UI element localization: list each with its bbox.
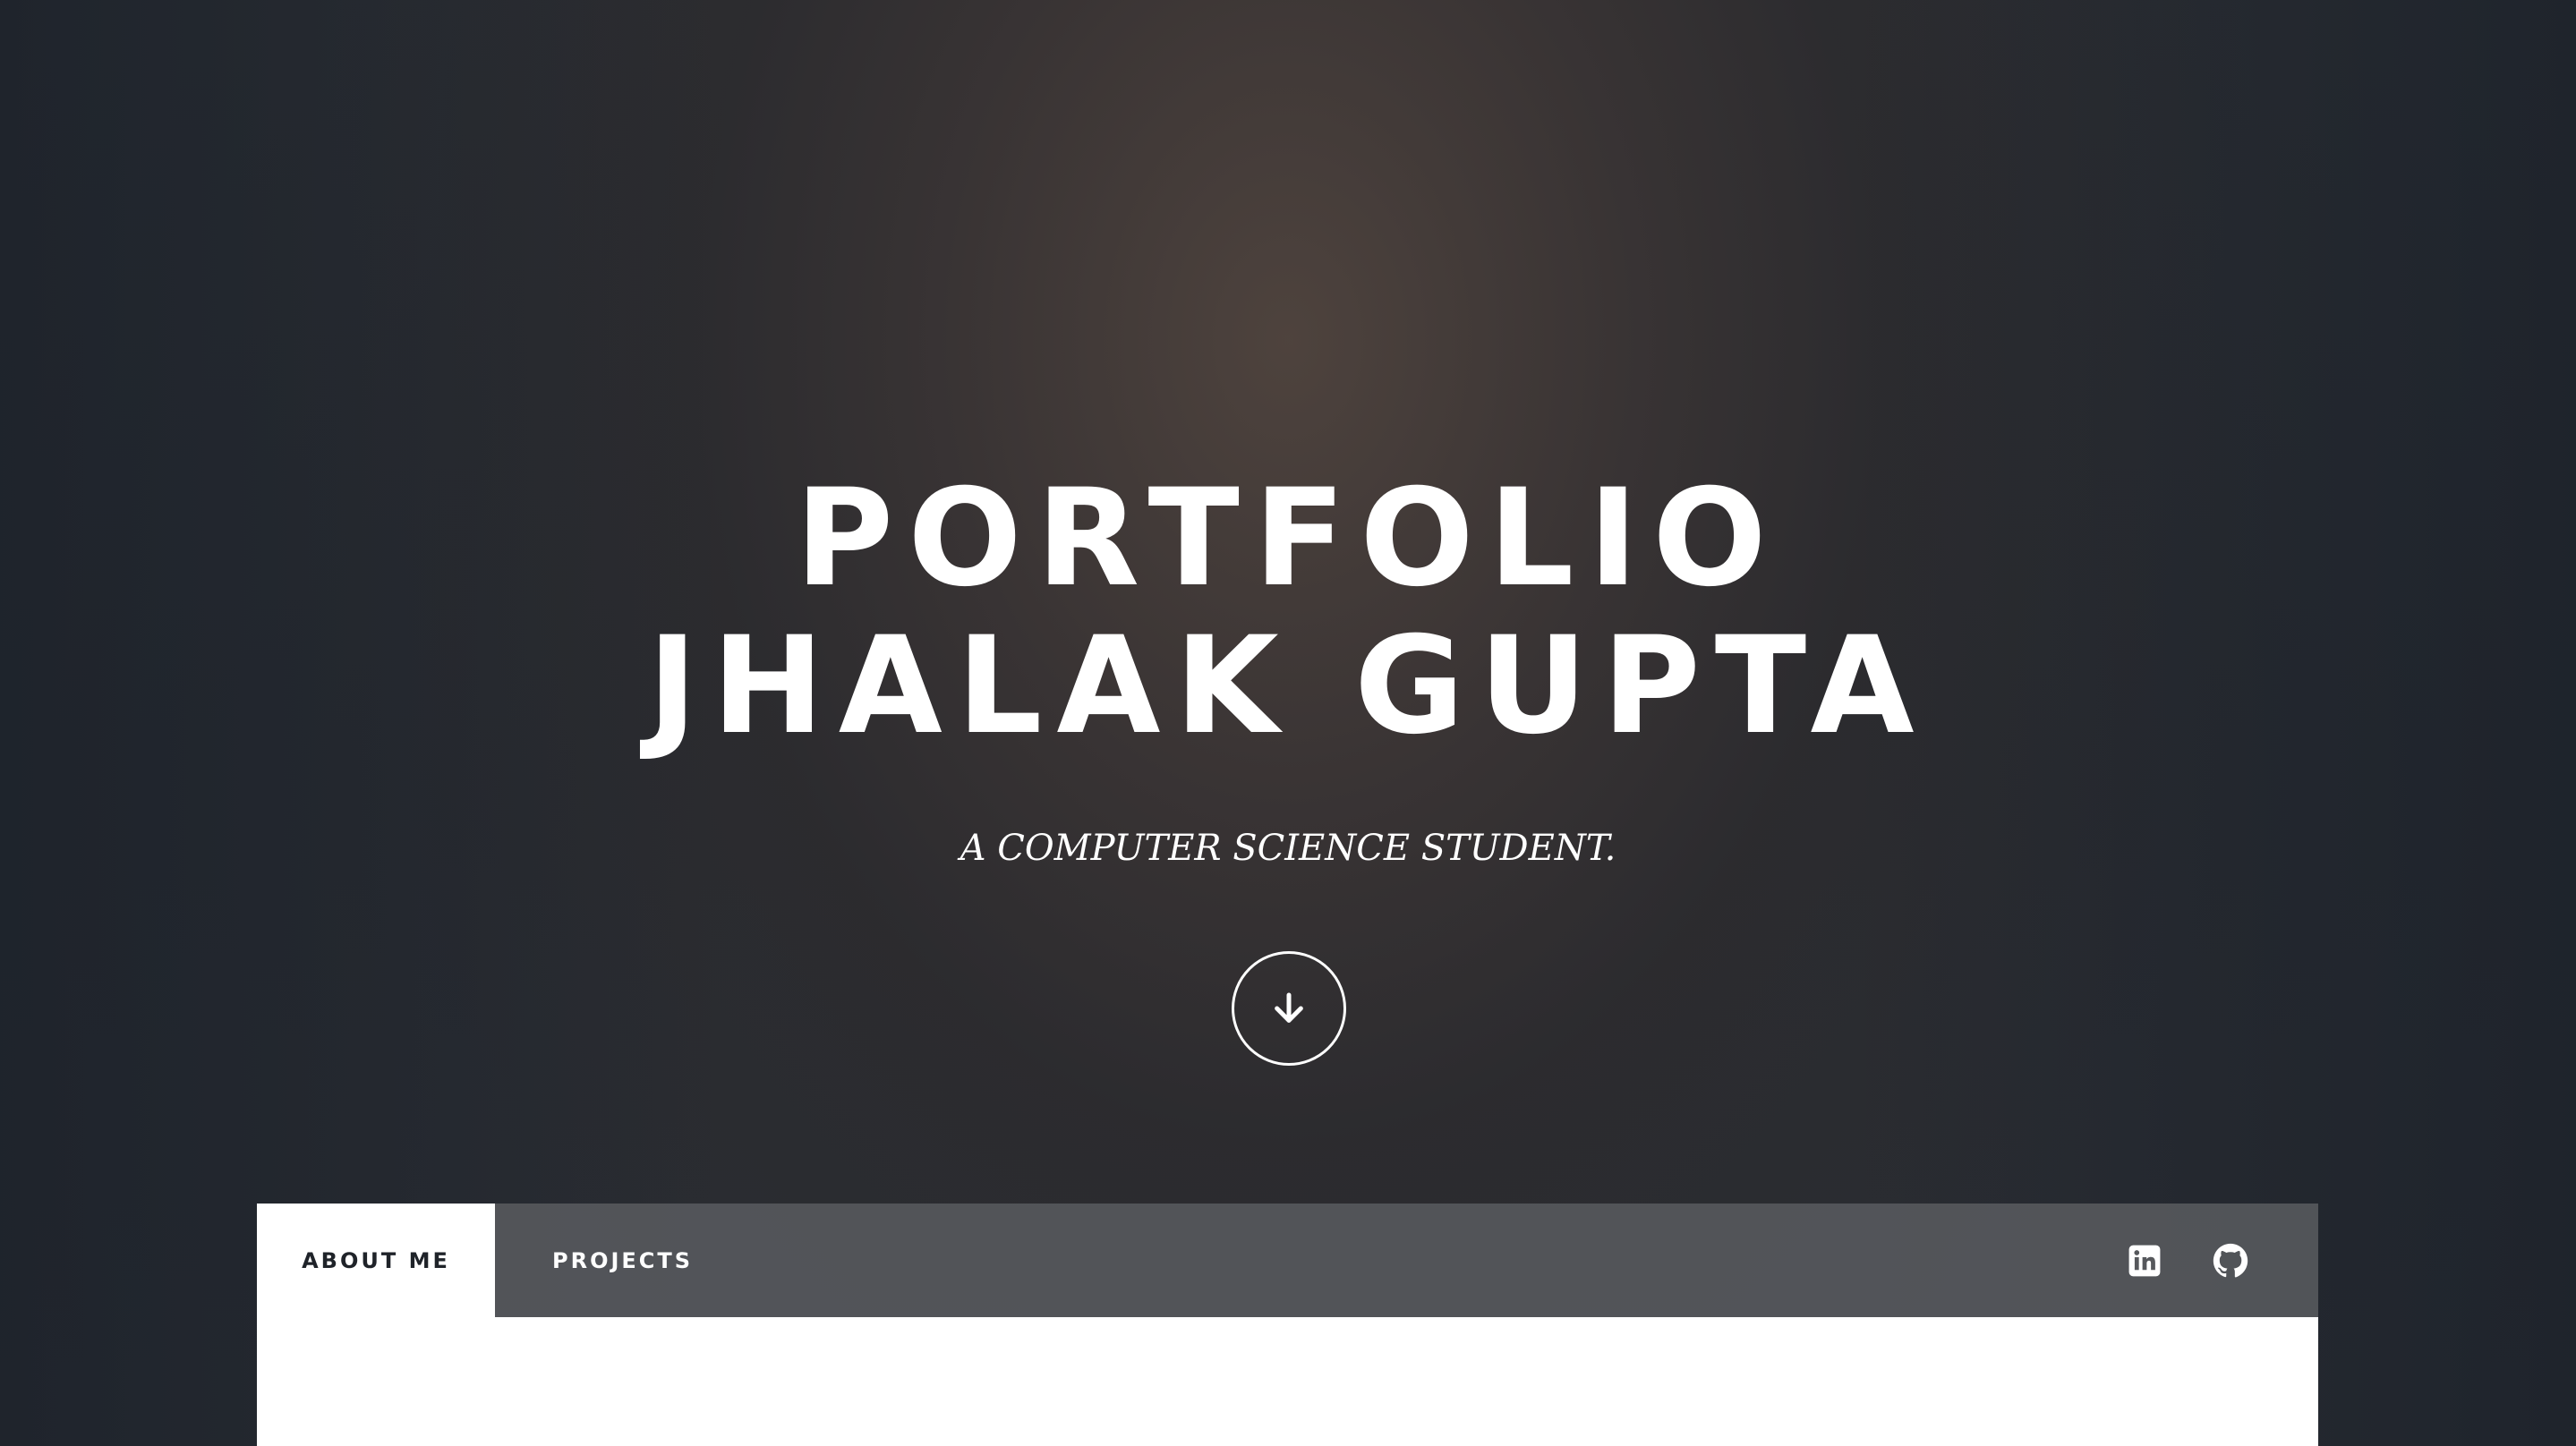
scroll-down-button[interactable] — [1232, 951, 1346, 1066]
about-content-panel — [257, 1317, 2318, 1446]
arrow-down-icon — [1275, 992, 1303, 1023]
linkedin-icon[interactable] — [2127, 1243, 2162, 1279]
tab-projects[interactable]: PROJECTS — [495, 1204, 750, 1317]
title-line-portfolio: PORTFOLIO — [795, 461, 1781, 617]
github-icon[interactable] — [2213, 1243, 2248, 1279]
title-line-name: JHALAK GUPTA — [647, 608, 1929, 764]
hero-subtitle: A COMPUTER SCIENCE STUDENT. — [960, 828, 1616, 869]
social-links — [2127, 1204, 2318, 1317]
main-navbar: ABOUT ME PROJECTS — [257, 1204, 2318, 1317]
tab-about-me[interactable]: ABOUT ME — [257, 1204, 495, 1317]
page-title: PORTFOLIO JHALAK GUPTA — [0, 465, 2576, 761]
